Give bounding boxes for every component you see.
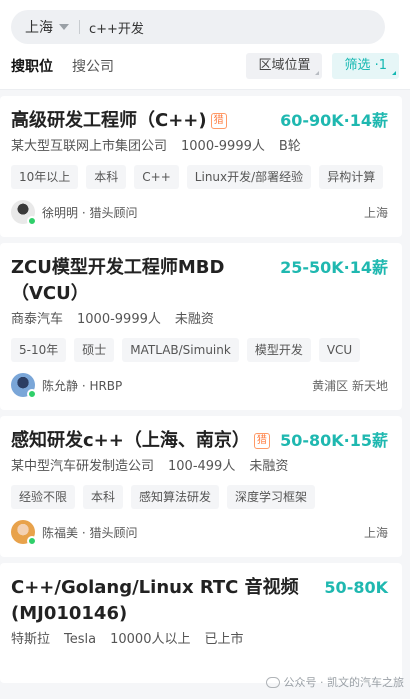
company-info: 特斯拉 Tesla 10000人以上 已上市 (11, 631, 388, 649)
company-stage: 未融资 (174, 312, 214, 327)
job-location: 上海 (363, 525, 388, 540)
job-tags: 5-10年 硕士 MATLAB/Simuink 模型开发 VCU (11, 338, 388, 362)
online-status-dot (27, 536, 37, 546)
city-selector[interactable]: 上海 (25, 17, 53, 37)
region-filter-button[interactable]: 区域位置 (246, 53, 323, 79)
job-card[interactable]: 高级研发工程师（C++) 猎 60-90K·14薪 某大型互联网上市集团公司 100… (0, 96, 402, 237)
tab-search-companies[interactable]: 搜公司 (72, 56, 114, 76)
job-title: 感知研发c++（上海、南京）猎 (11, 428, 270, 454)
company-size: 1000-9999人 (77, 312, 161, 327)
job-location: 上海 (363, 205, 388, 220)
region-filter-label: 区域位置 (258, 58, 311, 73)
headhunter-badge: 猎 (253, 433, 270, 449)
job-tag: C++ (134, 165, 179, 189)
search-bar[interactable]: 上海 c++开发 (11, 10, 385, 44)
online-status-dot (27, 216, 37, 226)
recruiter-row: 徐明明 · 猎头顾问 上海 (11, 199, 388, 226)
salary: 50-80K·15薪 (280, 431, 388, 450)
job-tag: 本科 (86, 165, 127, 189)
job-card[interactable]: 感知研发c++（上海、南京）猎 50-80K·15薪 某中型汽车研发制造公司 10… (0, 416, 402, 557)
company-size: 10000人以上 (110, 632, 191, 647)
job-location: 黄浦区 新天地 (312, 378, 388, 393)
job-tags: 经验不限 本科 感知算法研发 深度学习框架 (11, 485, 388, 509)
recruiter-row: 陈福美 · 猎头顾问 上海 (11, 519, 388, 546)
company-name: 某大型互联网上市集团公司 (11, 139, 168, 154)
company-name: 某中型汽车研发制造公司 (11, 459, 155, 474)
job-title: C++/Golang/Linux RTC 音视频(MJ010146) (11, 577, 299, 624)
company-size: 1000-9999人 (181, 139, 265, 154)
company-info: 商泰汽车 1000-9999人 未融资 (11, 311, 388, 329)
avatar (11, 373, 37, 399)
tab-search-jobs[interactable]: 搜职位 (11, 56, 53, 76)
company-stage: 已上市 (204, 632, 244, 647)
watermark: 公众号 · 凯文的汽车之旅 (265, 674, 405, 690)
screen-filter-label: 筛选 ·1 (344, 58, 387, 73)
company-alias: Tesla (64, 632, 97, 647)
online-status-dot (27, 389, 37, 399)
avatar (11, 520, 37, 546)
watermark-text: 公众号 · 凯文的汽车之旅 (283, 676, 405, 689)
recruiter-name: 徐明明 · 猎头顾问 (42, 205, 138, 220)
salary: 50-80K (324, 578, 388, 597)
job-tag: 模型开发 (246, 338, 311, 362)
avatar (11, 200, 37, 226)
corner-triangle-icon (315, 71, 320, 75)
company-name: 商泰汽车 (11, 312, 64, 327)
recruiter-name: 陈允静 · HRBP (42, 378, 123, 393)
tabs-row: 搜职位 搜公司 区域位置 筛选 ·1 (0, 53, 410, 79)
job-title: 高级研发工程师（C++) 猎 (11, 108, 227, 134)
chevron-down-icon[interactable] (59, 24, 69, 30)
job-tag: 5-10年 (11, 338, 67, 362)
job-title: ZCU模型开发工程师MBD（VCU） (11, 257, 225, 304)
salary: 60-90K·14薪 (280, 111, 388, 130)
company-name: 特斯拉 (11, 632, 51, 647)
job-title-text: 感知研发c++（上海、南京） (11, 430, 250, 451)
recruiter-name: 陈福美 · 猎头顾问 (42, 525, 138, 540)
job-tag: 经验不限 (11, 485, 76, 509)
header: 上海 c++开发 搜职位 搜公司 区域位置 筛选 ·1 (0, 0, 410, 90)
screen-filter-button[interactable]: 筛选 ·1 (332, 53, 399, 79)
company-stage: 未融资 (249, 459, 289, 474)
job-tag: 10年以上 (11, 165, 79, 189)
company-size: 100-499人 (168, 459, 236, 474)
job-card[interactable]: ZCU模型开发工程师MBD（VCU） 25-50K·14薪 商泰汽车 1000-9… (0, 243, 402, 410)
search-input[interactable]: c++开发 (89, 18, 144, 37)
recruiter-row: 陈允静 · HRBP 黄浦区 新天地 (11, 372, 388, 399)
job-tags: 10年以上 本科 C++ Linux开发/部署经验 异构计算 (11, 165, 388, 189)
job-tag: 本科 (83, 485, 124, 509)
job-tag: 硕士 (74, 338, 115, 362)
job-title-text: 高级研发工程师（C++) (11, 110, 207, 131)
job-tag: MATLAB/Simuink (122, 338, 239, 362)
wechat-icon (265, 676, 280, 688)
company-stage: B轮 (278, 139, 301, 154)
divider (79, 20, 80, 34)
company-info: 某中型汽车研发制造公司 100-499人 未融资 (11, 458, 388, 476)
salary: 25-50K·14薪 (280, 258, 388, 277)
job-tag: VCU (318, 338, 361, 362)
job-tag: 异构计算 (319, 165, 384, 189)
company-info: 某大型互联网上市集团公司 1000-9999人 B轮 (11, 138, 388, 156)
job-card[interactable]: C++/Golang/Linux RTC 音视频(MJ010146) 50-80… (0, 563, 402, 683)
job-tag: 深度学习框架 (227, 485, 316, 509)
job-tag: Linux开发/部署经验 (186, 165, 312, 189)
job-tag: 感知算法研发 (131, 485, 220, 509)
corner-triangle-icon (392, 71, 396, 75)
headhunter-badge: 猎 (210, 113, 227, 129)
